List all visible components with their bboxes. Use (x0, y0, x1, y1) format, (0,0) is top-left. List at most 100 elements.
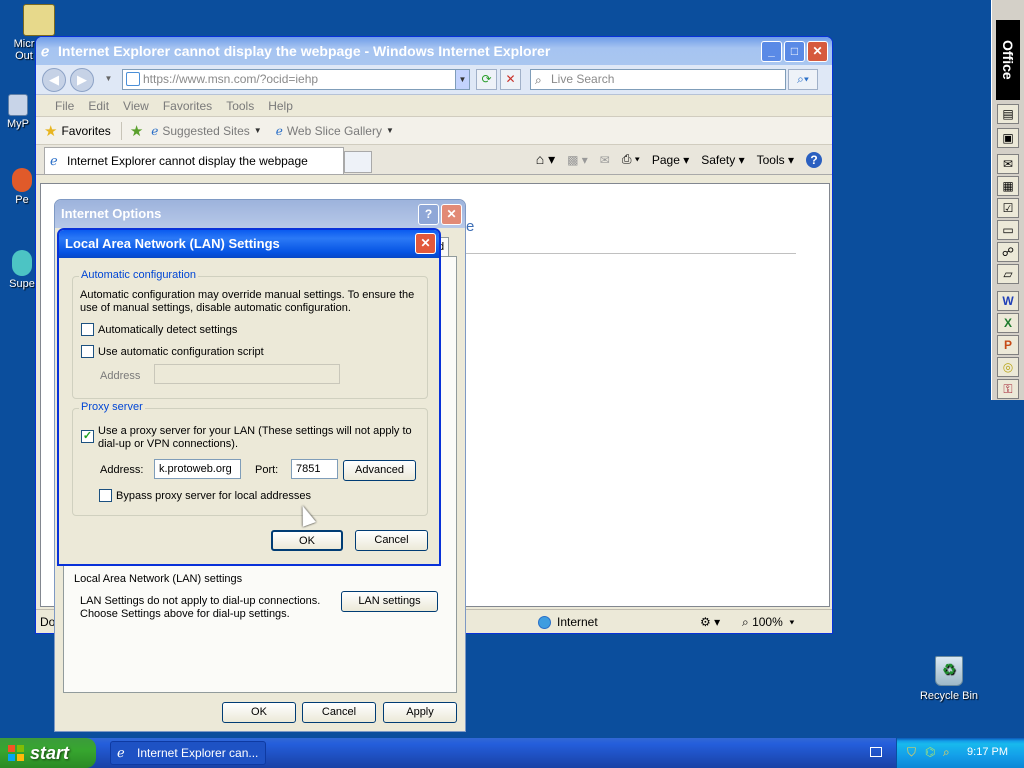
help-icon[interactable]: ? (806, 151, 822, 168)
help-button[interactable]: ? (418, 204, 439, 225)
page-icon (126, 72, 140, 86)
office-access-icon[interactable]: ⚿ (997, 379, 1019, 399)
page-heading-fragment: e (466, 218, 475, 235)
search-button[interactable]: ⌕▾ (788, 69, 818, 90)
ie-page-icon: ℯ (275, 123, 283, 138)
apply-button[interactable]: Apply (383, 702, 457, 723)
tools-menu-label: Tools (756, 152, 785, 167)
proxy-port-input[interactable]: 7851 (291, 459, 338, 479)
proxy-address-input[interactable]: k.protoweb.org (154, 459, 241, 479)
ok-button[interactable]: OK (271, 530, 343, 551)
keyboard-icon[interactable] (870, 747, 882, 757)
forward-button[interactable]: ▶ (70, 68, 94, 92)
home-icon[interactable]: ⌂ ▾ (536, 151, 555, 168)
lan-settings-button[interactable]: LAN settings (341, 591, 438, 612)
new-tab-button[interactable] (344, 151, 372, 173)
stop-button[interactable]: ✕ (500, 69, 521, 90)
menu-tools[interactable]: Tools (219, 99, 261, 113)
feeds-icon[interactable]: ▩ ▾ (567, 153, 588, 167)
advanced-button[interactable]: Advanced (343, 460, 416, 481)
close-button[interactable]: ✕ (441, 204, 462, 225)
office-publisher-icon[interactable]: ◎ (997, 357, 1019, 377)
start-label: start (30, 743, 70, 763)
tab-label: Internet Explorer cannot display the web… (67, 154, 308, 168)
office-shortcut-bar: Office ▤ ▣ ✉ ▦ ☑ ▭ ☍ ▱ W X P ◎ ⚿ (991, 0, 1024, 400)
back-button[interactable]: ◀ (42, 68, 66, 92)
menu-help[interactable]: Help (261, 99, 300, 113)
office-excel-icon[interactable]: X (997, 313, 1019, 333)
office-task-icon[interactable]: ☑ (997, 198, 1019, 218)
zoom-level: 100% (752, 615, 783, 629)
bypass-local-checkbox[interactable] (99, 489, 112, 502)
office-open-icon[interactable]: ▣ (997, 128, 1019, 148)
protected-mode-icon[interactable]: ⚙ ▾ (700, 615, 720, 629)
start-button[interactable]: start (0, 738, 96, 768)
ok-button[interactable]: OK (222, 702, 296, 723)
office-journal-icon[interactable]: ☍ (997, 242, 1019, 262)
auto-detect-checkbox[interactable] (81, 323, 94, 336)
office-calendar-icon[interactable]: ▦ (997, 176, 1019, 196)
use-proxy-label[interactable]: Use a proxy server for your LAN (These s… (98, 425, 423, 451)
taskbar-item-ie[interactable]: ℯ Internet Explorer can... (110, 741, 266, 765)
auto-config-script-checkbox[interactable] (81, 345, 94, 358)
computer-icon (8, 94, 28, 116)
suggested-sites-button[interactable]: ℯ Suggested Sites ▼ (151, 124, 261, 138)
cancel-button[interactable]: Cancel (302, 702, 376, 723)
auto-config-script-label[interactable]: Use automatic configuration script (98, 346, 264, 359)
office-mail-icon[interactable]: ✉ (997, 154, 1019, 174)
page-menu[interactable]: Page ▾ (652, 153, 689, 167)
desktop-icon-myp[interactable]: MyP (0, 94, 36, 130)
security-zone[interactable]: Internet (538, 615, 598, 629)
maximize-button[interactable]: □ (784, 41, 805, 62)
windows-logo-icon (8, 745, 24, 761)
menu-favorites[interactable]: Favorites (156, 99, 219, 113)
print-icon[interactable]: ⎙ ▾ (622, 152, 640, 167)
use-proxy-checkbox[interactable]: ✓ (81, 430, 94, 443)
internet-options-titlebar[interactable]: Internet Options ? ✕ (55, 200, 465, 228)
proxy-port-label: Port: (255, 464, 279, 476)
recent-pages-dropdown[interactable]: ▼ (98, 69, 119, 90)
lan-settings-titlebar[interactable]: Local Area Network (LAN) Settings ✕ (59, 230, 439, 258)
taskbar: start ℯ Internet Explorer can... ⛉ ⌬ ⌕ 9… (0, 738, 1024, 768)
close-button[interactable]: ✕ (415, 233, 436, 254)
tab-bar: ℯ Internet Explorer cannot display the w… (36, 145, 832, 175)
office-note-icon[interactable]: ▱ (997, 264, 1019, 284)
office-bar-title: Office (996, 20, 1020, 100)
office-new-document-icon[interactable]: ▤ (997, 104, 1019, 124)
auto-detect-label[interactable]: Automatically detect settings (98, 324, 237, 337)
proxy-server-group: Proxy server ✓ Use a proxy server for yo… (72, 401, 428, 516)
star-icon: ★ (44, 122, 58, 140)
network-icon[interactable]: ⌬ (925, 745, 935, 759)
office-powerpoint-icon[interactable]: P (997, 335, 1019, 355)
taskbar-item-label: Internet Explorer can... (137, 746, 259, 760)
bypass-local-label[interactable]: Bypass proxy server for local addresses (116, 490, 311, 503)
search-icon[interactable]: ⌕ (943, 745, 950, 760)
refresh-button[interactable]: ⟳ (476, 69, 497, 90)
url-input[interactable]: https://www.msn.com/?ocid=iehp ▼ (122, 69, 470, 90)
office-word-icon[interactable]: W (997, 291, 1019, 311)
ie-titlebar[interactable]: ℯ Internet Explorer cannot display the w… (36, 37, 832, 65)
favorites-bar: ★ Favorites ★ ℯ Suggested Sites ▼ ℯ Web … (36, 117, 832, 145)
close-button[interactable]: ✕ (807, 41, 828, 62)
zoom-control[interactable]: ⌕ 100% ▾ (742, 615, 794, 630)
safety-menu[interactable]: Safety ▾ (701, 153, 744, 167)
lan-settings-dialog: Local Area Network (LAN) Settings ✕ Auto… (57, 228, 441, 566)
web-slice-gallery-button[interactable]: ℯ Web Slice Gallery ▼ (276, 124, 394, 138)
menu-file[interactable]: File (48, 99, 81, 113)
minimize-button[interactable]: _ (761, 41, 782, 62)
security-shield-icon[interactable]: ⛉ (907, 745, 916, 760)
search-input[interactable]: ⌕ Live Search (530, 69, 786, 90)
cancel-button[interactable]: Cancel (355, 530, 428, 551)
office-contact-icon[interactable]: ▭ (997, 220, 1019, 240)
url-dropdown-icon[interactable]: ▼ (455, 70, 469, 89)
tools-menu[interactable]: Tools ▾ (757, 153, 794, 167)
add-favorite-icon[interactable]: ★ (130, 122, 143, 140)
ie-window-title: Internet Explorer cannot display the web… (58, 43, 551, 59)
desktop-icon-recycle-bin[interactable]: ♻ Recycle Bin (918, 656, 980, 702)
mail-icon[interactable]: ✉ (600, 153, 610, 167)
tab-current[interactable]: ℯ Internet Explorer cannot display the w… (44, 147, 344, 174)
menu-view[interactable]: View (116, 99, 156, 113)
favorites-button[interactable]: ★ Favorites (44, 121, 122, 140)
menu-edit[interactable]: Edit (81, 99, 116, 113)
search-placeholder: Live Search (551, 72, 615, 86)
